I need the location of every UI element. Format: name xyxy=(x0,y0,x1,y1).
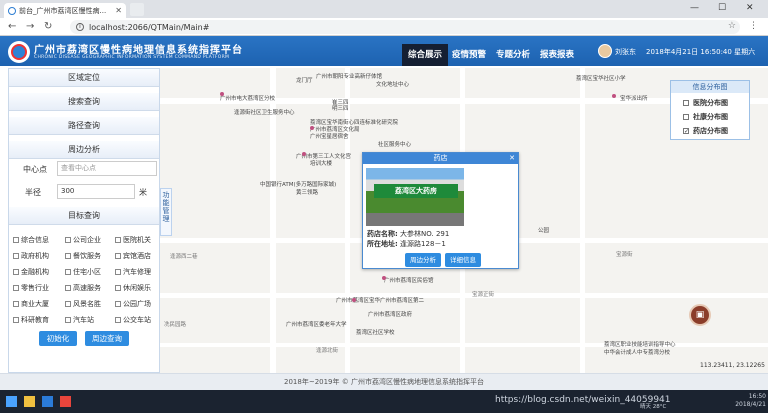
avatar[interactable] xyxy=(598,44,612,58)
back-icon[interactable]: ← xyxy=(8,21,16,33)
around-analysis-button[interactable]: 周边分析 xyxy=(405,253,441,267)
category-checkbox[interactable]: 公园广场 xyxy=(115,299,151,309)
app-title: 广州市荔湾区慢性病地理信息系统指挥平台 xyxy=(34,45,243,56)
pharmacy-popup: 药店 ✕ 荔湾区大药房 药店名称: 大参林NO. 291 所在地址: 逢源路12… xyxy=(362,152,519,269)
category-checkbox[interactable]: 餐饮服务 xyxy=(65,251,101,261)
store-sign: 荔湾区大药房 xyxy=(374,184,458,198)
category-checkbox[interactable]: 高速服务 xyxy=(65,283,101,293)
logo-icon xyxy=(8,41,30,63)
folder-icon[interactable] xyxy=(24,396,35,407)
app-subtitle: CHRONIC DISEASE GEOGRAPHIC INFORMATION S… xyxy=(34,55,230,60)
info-icon[interactable]: i xyxy=(76,23,84,31)
close-window-icon[interactable]: ✕ xyxy=(746,3,754,13)
store-name-row: 药店名称: 大参林NO. 291 xyxy=(367,230,450,238)
category-checkbox[interactable]: 公司企业 xyxy=(65,235,101,245)
layer-pharmacy-checkbox[interactable]: ✓ 药店分布图 xyxy=(683,126,728,136)
category-checkbox[interactable]: 汽车修理 xyxy=(115,267,151,277)
category-checkbox[interactable]: 宾馆酒店 xyxy=(115,251,151,261)
map[interactable]: 广州市朝阳专业高新仔体馆 龙门厅 文化地址中心 广州市电大荔湾区分校 逢源街社区… xyxy=(160,68,768,373)
category-checkbox[interactable]: 休闲娱乐 xyxy=(115,283,151,293)
url-text: localhost:2066/QTMain/Main# xyxy=(89,22,210,32)
close-icon[interactable]: ✕ xyxy=(509,153,515,164)
datetime: 2018年4月21日 16:50:40 星期六 xyxy=(646,48,756,56)
category-checkbox[interactable]: 综合信息 xyxy=(13,235,49,245)
tab-overview[interactable]: 综合展示 xyxy=(402,44,449,66)
clock: 16:50 2018/4/21 xyxy=(735,393,766,408)
layer-panel: 信息分布图 医院分布图 社康分布图 ✓ 药店分布图 xyxy=(670,80,750,140)
app-header: 广州市荔湾区慢性病地理信息系统指挥平台 CHRONIC DISEASE GEOG… xyxy=(0,36,768,66)
function-dock[interactable]: 功能管理 xyxy=(160,188,172,236)
footer: 2018年~2019年 © 广州市荔湾区慢性病地理信息系统指挥平台 xyxy=(0,373,768,390)
tab-topic-analysis[interactable]: 专题分析 xyxy=(490,44,536,66)
new-tab-button[interactable] xyxy=(130,3,144,16)
tab-favicon-icon xyxy=(8,6,16,15)
tab-epidemic-warning[interactable]: 疫情预警 xyxy=(446,44,492,66)
sidebar: 区域定位 搜索查询 路径查询 周边分析 中心点 查看中心点 半径 300 米 目… xyxy=(8,68,160,373)
forward-icon[interactable]: → xyxy=(26,21,34,33)
category-checkbox[interactable]: 住宅小区 xyxy=(65,267,101,277)
category-checkbox[interactable]: 政府机构 xyxy=(13,251,49,261)
section-route-query[interactable]: 路径查询 xyxy=(9,117,159,135)
browser-tab-bar: 前台_广州市荔湾区慢性病... ✕ — ☐ ✕ xyxy=(0,0,768,18)
start-icon[interactable] xyxy=(6,396,17,407)
detail-info-button[interactable]: 详细信息 xyxy=(445,253,481,267)
radius-input[interactable]: 300 xyxy=(57,184,135,199)
tab-reports[interactable]: 报表报表 xyxy=(534,44,580,66)
toolbox-icon[interactable]: ▣ xyxy=(689,304,711,326)
weather: 晴天 28°C xyxy=(640,404,667,410)
category-checkbox[interactable]: 医院机关 xyxy=(115,235,151,245)
section-around-analysis[interactable]: 周边分析 xyxy=(9,141,159,159)
pharmacy-photo: 荔湾区大药房 xyxy=(366,168,464,226)
center-label: 中心点 xyxy=(23,165,47,174)
reload-icon[interactable]: ↻ xyxy=(44,21,52,33)
maximize-icon[interactable]: ☐ xyxy=(718,3,726,13)
chrome-icon[interactable] xyxy=(60,396,71,407)
layer-clinic-checkbox[interactable]: 社康分布图 xyxy=(683,112,728,122)
close-tab-icon[interactable]: ✕ xyxy=(115,6,122,15)
category-checkbox[interactable]: 汽车站 xyxy=(65,315,94,325)
user-name: 刘张东 xyxy=(615,48,636,56)
category-checkbox[interactable]: 商业大厦 xyxy=(13,299,49,309)
category-checkbox[interactable]: 零售行业 xyxy=(13,283,49,293)
bookmark-star-icon[interactable]: ☆ xyxy=(728,21,736,31)
tab-title: 前台_广州市荔湾区慢性病... xyxy=(19,6,107,15)
category-checkbox[interactable]: 公交车站 xyxy=(115,315,151,325)
section-region-locate[interactable]: 区域定位 xyxy=(9,69,159,87)
address-bar: ← → ↻ i localhost:2066/QTMain/Main# ☆ ⋮ xyxy=(0,18,768,36)
radius-unit: 米 xyxy=(139,188,147,197)
category-checkbox[interactable]: 风景名胜 xyxy=(65,299,101,309)
category-checkbox[interactable]: 金融机构 xyxy=(13,267,49,277)
target-query-title: 目标查询 xyxy=(9,207,159,225)
init-button[interactable]: 初始化 xyxy=(39,331,77,346)
minimize-icon[interactable]: — xyxy=(690,3,699,13)
section-search[interactable]: 搜索查询 xyxy=(9,93,159,111)
layer-panel-title: 信息分布图 xyxy=(671,81,749,93)
around-search-button[interactable]: 周边查询 xyxy=(85,331,129,346)
store-address-row: 所在地址: 逢源路128－1 xyxy=(367,240,446,248)
menu-icon[interactable]: ⋮ xyxy=(749,21,758,31)
taskbar: https://blog.csdn.net/weixin_44059941 晴天… xyxy=(0,390,768,413)
category-checkbox[interactable]: 科研教育 xyxy=(13,315,49,325)
edge-icon[interactable] xyxy=(42,396,53,407)
browser-tab[interactable]: 前台_广州市荔湾区慢性病... ✕ xyxy=(4,3,126,18)
layer-hospital-checkbox[interactable]: 医院分布图 xyxy=(683,98,728,108)
coordinates-readout: 113.23411, 23.12265 xyxy=(700,362,765,369)
radius-label: 半径 xyxy=(25,188,41,197)
popup-title: 药店 ✕ xyxy=(363,153,518,164)
url-field[interactable]: i localhost:2066/QTMain/Main# xyxy=(70,20,740,34)
center-input[interactable]: 查看中心点 xyxy=(57,161,157,176)
